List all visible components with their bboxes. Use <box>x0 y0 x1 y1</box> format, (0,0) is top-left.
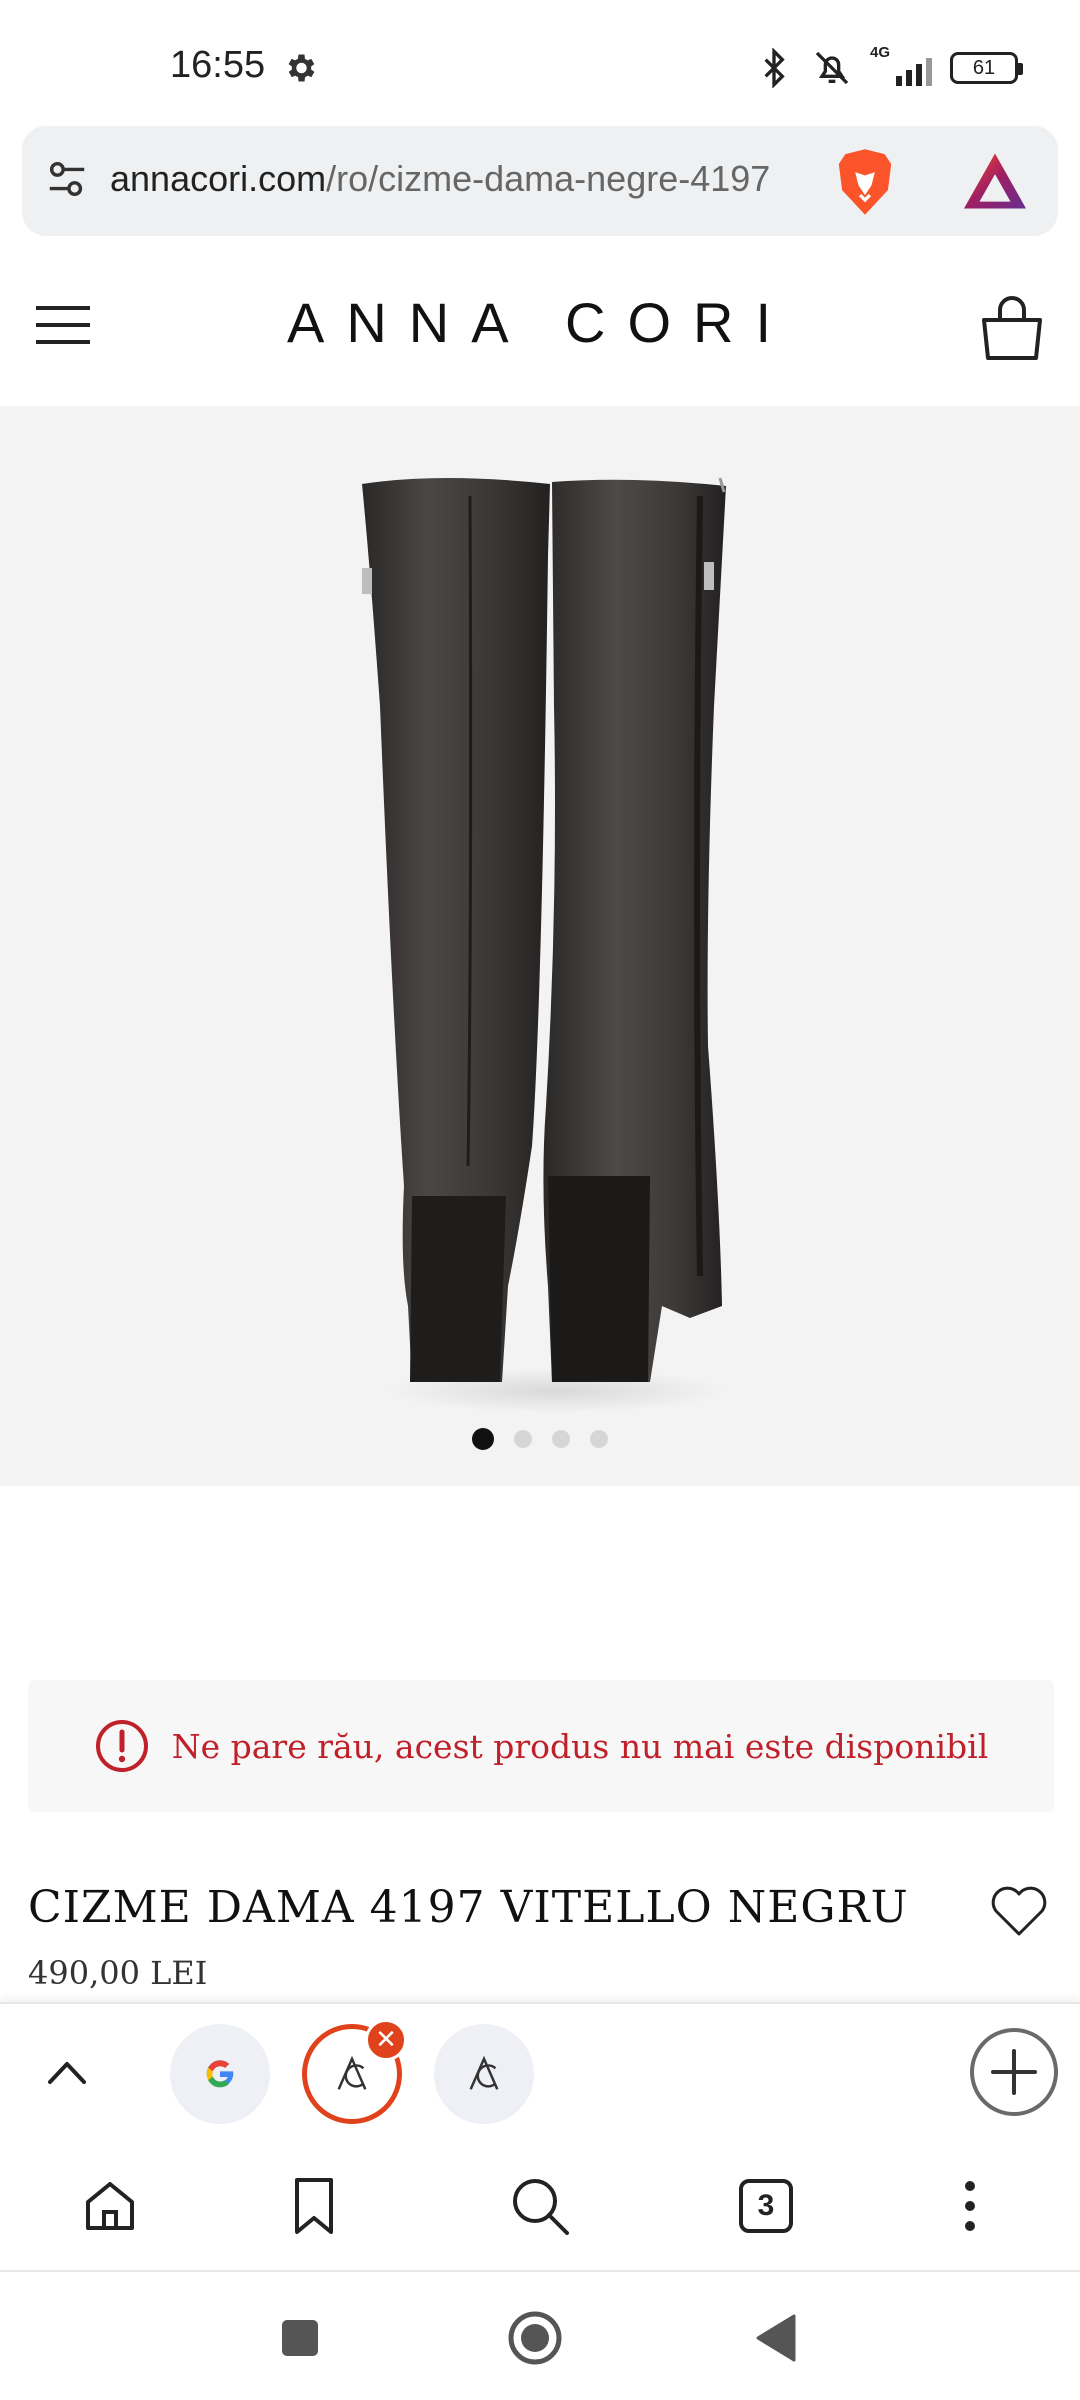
brand-logo[interactable]: ANNA CORI <box>0 290 1080 355</box>
bookmarks-button[interactable] <box>282 2174 346 2238</box>
url-text[interactable]: annacori.com/ro/cizme-dama-negre-4197 <box>110 158 838 200</box>
google-icon <box>206 2060 234 2088</box>
gallery-pagination[interactable] <box>0 1428 1080 1450</box>
wishlist-heart-icon[interactable] <box>990 1884 1048 1938</box>
tab-strip: ✕ <box>0 2002 1080 2140</box>
square-icon <box>282 2320 318 2356</box>
network-type: 4G <box>870 44 891 61</box>
pagination-dot[interactable] <box>514 1430 532 1448</box>
pagination-dot[interactable] <box>590 1430 608 1448</box>
shopping-bag-icon[interactable] <box>978 290 1046 362</box>
product-image[interactable] <box>0 406 1080 1436</box>
status-time: 16:55 <box>170 44 266 86</box>
url-path: /ro/cizme-dama-negre-4197 <box>326 158 771 199</box>
new-tab-button[interactable] <box>970 2028 1058 2116</box>
system-navigation-bar <box>0 2274 1080 2400</box>
plus-icon <box>991 2049 1037 2095</box>
product-title: CIZME DAMA 4197 VITELLO NEGRU <box>28 1882 909 1933</box>
brave-rewards-icon[interactable] <box>960 150 1030 212</box>
product-price: 490,00 LEI <box>28 1954 208 1992</box>
back-triangle-icon <box>756 2314 796 2362</box>
status-bar: 16:55 4G 61 <box>0 0 1080 120</box>
tab-annacori-active[interactable]: ✕ <box>302 2019 407 2124</box>
gear-icon <box>288 54 315 82</box>
url-host: annacori.com <box>110 158 327 199</box>
brave-shields-icon[interactable] <box>832 146 898 218</box>
home-icon <box>86 2182 134 2230</box>
anna-cori-favicon <box>337 2055 367 2090</box>
address-bar[interactable]: annacori.com/ro/cizme-dama-negre-4197 <box>22 126 1058 236</box>
battery-indicator: 61 <box>950 52 1023 84</box>
alert-icon <box>95 1720 148 1772</box>
pagination-dot[interactable] <box>552 1430 570 1448</box>
home-button[interactable] <box>78 2174 142 2238</box>
circle-icon <box>508 2311 562 2365</box>
more-menu-button[interactable] <box>938 2174 1002 2238</box>
tab-google[interactable] <box>170 2024 270 2124</box>
alert-message: Ne pare rău, acest produs nu mai este di… <box>171 1726 989 1766</box>
more-vertical-icon <box>965 2181 975 2231</box>
unavailable-alert: Ne pare rău, acest produs nu mai este di… <box>28 1680 1054 1812</box>
search-icon <box>513 2179 569 2235</box>
bookmark-icon <box>295 2178 333 2234</box>
chevron-up-icon[interactable] <box>44 2050 90 2096</box>
signal-indicator: 4G <box>870 44 932 86</box>
status-icons: 4G 61 <box>754 44 1023 90</box>
back-button[interactable] <box>746 2308 806 2368</box>
browser-toolbar: 3 <box>0 2140 1080 2272</box>
close-tab-icon[interactable]: ✕ <box>365 2019 407 2061</box>
home-nav-button[interactable] <box>505 2308 565 2368</box>
muted-bell-icon <box>815 51 849 85</box>
site-header: ANNA CORI <box>0 260 1080 390</box>
site-settings-icon[interactable] <box>44 156 90 202</box>
tab-annacori[interactable] <box>434 2024 534 2124</box>
product-gallery[interactable] <box>0 406 1080 1486</box>
tabs-button[interactable]: 3 <box>734 2174 798 2238</box>
recents-button[interactable] <box>270 2308 330 2368</box>
search-button[interactable] <box>508 2174 572 2238</box>
tab-count: 3 <box>739 2179 793 2233</box>
anna-cori-favicon <box>469 2055 499 2090</box>
bluetooth-icon <box>764 48 785 88</box>
pagination-dot[interactable] <box>472 1428 494 1450</box>
